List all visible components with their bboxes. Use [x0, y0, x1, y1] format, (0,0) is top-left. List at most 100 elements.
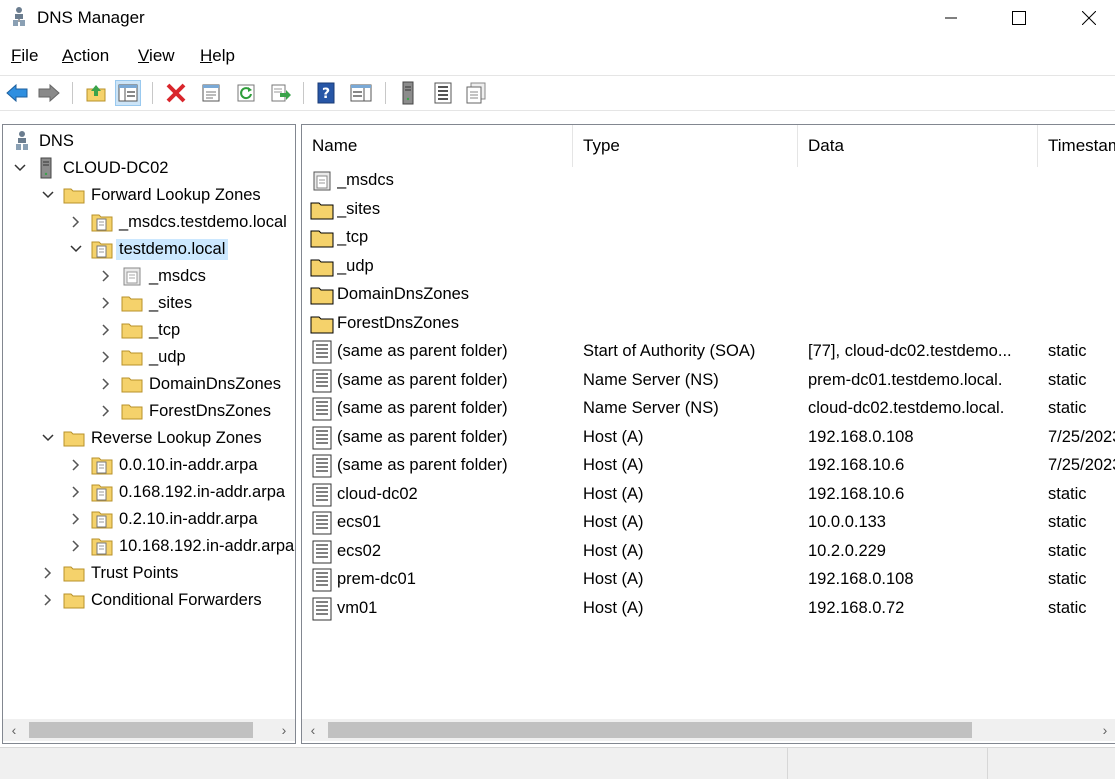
tree-item-label: _udp — [149, 347, 186, 366]
scroll-left-icon[interactable]: ‹ — [3, 719, 25, 741]
export-list-button[interactable] — [268, 80, 294, 106]
record-list-button[interactable] — [463, 80, 489, 106]
chevron-right-icon[interactable] — [41, 566, 55, 580]
chevron-right-icon[interactable] — [99, 404, 113, 418]
forward-button[interactable] — [36, 80, 62, 106]
menu-file[interactable]: File — [11, 46, 38, 66]
table-row[interactable]: _tcp — [302, 224, 1115, 252]
tree-item-sub-msdcs[interactable]: _msdcs — [99, 263, 206, 289]
tree-item-reverse-zone-4[interactable]: 10.168.192.in-addr.arpa — [69, 533, 294, 559]
folder-icon — [310, 312, 334, 336]
tree-item-dns[interactable]: DNS — [11, 128, 74, 154]
refresh-button[interactable] — [233, 80, 259, 106]
table-row[interactable]: vm01 Host (A) 192.168.0.72 static — [302, 595, 1115, 623]
table-row[interactable]: (same as parent folder) Name Server (NS) p… — [302, 367, 1115, 395]
column-header-type[interactable]: Type — [573, 125, 798, 167]
record-type: Start of Authority (SOA) — [583, 342, 756, 360]
chevron-down-icon[interactable] — [13, 161, 27, 175]
tree-item-reverse-zone-2[interactable]: 0.168.192.in-addr.arpa — [69, 479, 285, 505]
record-data: [77], cloud-dc02.testdemo... — [808, 342, 1012, 360]
show-action-pane-button[interactable] — [348, 80, 374, 106]
toolbar-separator — [385, 82, 386, 104]
tree-item-testdemo-local[interactable]: testdemo.local — [69, 236, 229, 262]
scroll-thumb[interactable] — [29, 722, 253, 738]
tree-item-sub-domaindnszones[interactable]: DomainDnsZones — [99, 371, 281, 397]
up-one-level-button[interactable] — [83, 80, 109, 106]
delete-button[interactable] — [163, 80, 189, 106]
table-row[interactable]: (same as parent folder) Host (A) 192.168.0… — [302, 424, 1115, 452]
dns-record-icon — [310, 540, 334, 564]
menu-view[interactable]: View — [138, 46, 175, 66]
record-data: 192.168.0.108 — [808, 427, 914, 446]
column-header-name[interactable]: Name — [302, 125, 573, 167]
scroll-left-icon[interactable]: ‹ — [302, 719, 324, 741]
minimize-button[interactable] — [928, 0, 974, 36]
maximize-button[interactable] — [996, 0, 1042, 36]
zone-list-button[interactable] — [430, 80, 456, 106]
chevron-down-icon[interactable] — [41, 431, 55, 445]
table-row[interactable]: (same as parent folder) Name Server (NS) c… — [302, 395, 1115, 423]
chevron-right-icon[interactable] — [69, 485, 83, 499]
chevron-right-icon[interactable] — [99, 296, 113, 310]
show-hide-console-tree-button[interactable] — [115, 80, 141, 106]
scroll-right-icon[interactable]: › — [273, 719, 295, 741]
help-button[interactable]: ? — [313, 80, 339, 106]
table-row[interactable]: ForestDnsZones — [302, 310, 1115, 338]
tree-item-reverse-zone-3[interactable]: 0.2.10.in-addr.arpa — [69, 506, 258, 532]
chevron-right-icon[interactable] — [99, 269, 113, 283]
menu-help[interactable]: Help — [200, 46, 235, 66]
tree-item-trust-points[interactable]: Trust Points — [41, 560, 178, 586]
table-row[interactable]: cloud-dc02 Host (A) 192.168.10.6 static — [302, 481, 1115, 509]
server-button[interactable] — [395, 80, 421, 106]
chevron-down-icon[interactable] — [41, 188, 55, 202]
tree-item-sub-sites[interactable]: _sites — [99, 290, 192, 316]
scroll-right-icon[interactable]: › — [1094, 719, 1115, 741]
tree-item-conditional-forwarders[interactable]: Conditional Forwarders — [41, 587, 262, 613]
tree-item-sub-udp[interactable]: _udp — [99, 344, 186, 370]
record-type: Host (A) — [583, 570, 644, 588]
scroll-thumb[interactable] — [328, 722, 972, 738]
chevron-right-icon[interactable] — [99, 350, 113, 364]
chevron-down-icon[interactable] — [69, 242, 83, 256]
chevron-right-icon[interactable] — [41, 593, 55, 607]
tree-horizontal-scrollbar[interactable]: ‹ › — [3, 719, 295, 741]
table-row[interactable]: ecs01 Host (A) 10.0.0.133 static — [302, 509, 1115, 537]
chevron-right-icon[interactable] — [99, 323, 113, 337]
zone-icon — [91, 482, 113, 502]
tree-item-reverse-lookup-zones[interactable]: Reverse Lookup Zones — [41, 425, 262, 451]
chevron-right-icon[interactable] — [69, 539, 83, 553]
chevron-right-icon[interactable] — [69, 215, 83, 229]
tree-item-reverse-zone-1[interactable]: 0.0.10.in-addr.arpa — [69, 452, 258, 478]
table-row[interactable]: ecs02 Host (A) 10.2.0.229 static — [302, 538, 1115, 566]
results-list[interactable]: Name Type Data Timestamp _msdcs _sites _tc… — [301, 124, 1115, 744]
chevron-right-icon[interactable] — [69, 458, 83, 472]
table-row[interactable]: (same as parent folder) Start of Authorit… — [302, 338, 1115, 366]
chevron-right-icon[interactable] — [69, 512, 83, 526]
menu-action[interactable]: Action — [62, 46, 109, 66]
table-row[interactable]: prem-dc01 Host (A) 192.168.0.108 static — [302, 566, 1115, 594]
table-row[interactable]: _udp — [302, 253, 1115, 281]
column-header-timestamp[interactable]: Timestamp — [1038, 125, 1115, 167]
table-row[interactable]: _msdcs — [302, 167, 1115, 195]
back-button[interactable] — [4, 80, 30, 106]
tree-item-sub-forestdnszones[interactable]: ForestDnsZones — [99, 398, 271, 424]
column-header-data[interactable]: Data — [798, 125, 1038, 167]
chevron-right-icon[interactable] — [99, 377, 113, 391]
record-data: prem-dc01.testdemo.local. — [808, 370, 1003, 389]
table-row[interactable]: _sites — [302, 196, 1115, 224]
record-data: 192.168.10.6 — [808, 456, 905, 474]
tree-item-label: Trust Points — [91, 563, 179, 582]
properties-button[interactable] — [198, 80, 224, 106]
console-tree[interactable]: DNS CLOUD-DC02 Forward Lookup Zones _msd… — [2, 124, 296, 744]
record-name: ForestDnsZones — [337, 313, 459, 332]
tree-item-server[interactable]: CLOUD-DC02 — [13, 155, 168, 181]
table-row[interactable]: (same as parent folder) Host (A) 192.168.1… — [302, 452, 1115, 480]
tree-item-msdcs-zone[interactable]: _msdcs.testdemo.local — [69, 209, 287, 235]
close-button[interactable] — [1066, 0, 1112, 36]
list-horizontal-scrollbar[interactable]: ‹ › — [302, 719, 1115, 741]
table-row[interactable]: DomainDnsZones — [302, 281, 1115, 309]
tree-item-label: DomainDnsZones — [149, 374, 282, 393]
tree-item-forward-lookup-zones[interactable]: Forward Lookup Zones — [41, 182, 261, 208]
tree-item-label: DNS — [39, 131, 74, 150]
tree-item-sub-tcp[interactable]: _tcp — [99, 317, 180, 343]
